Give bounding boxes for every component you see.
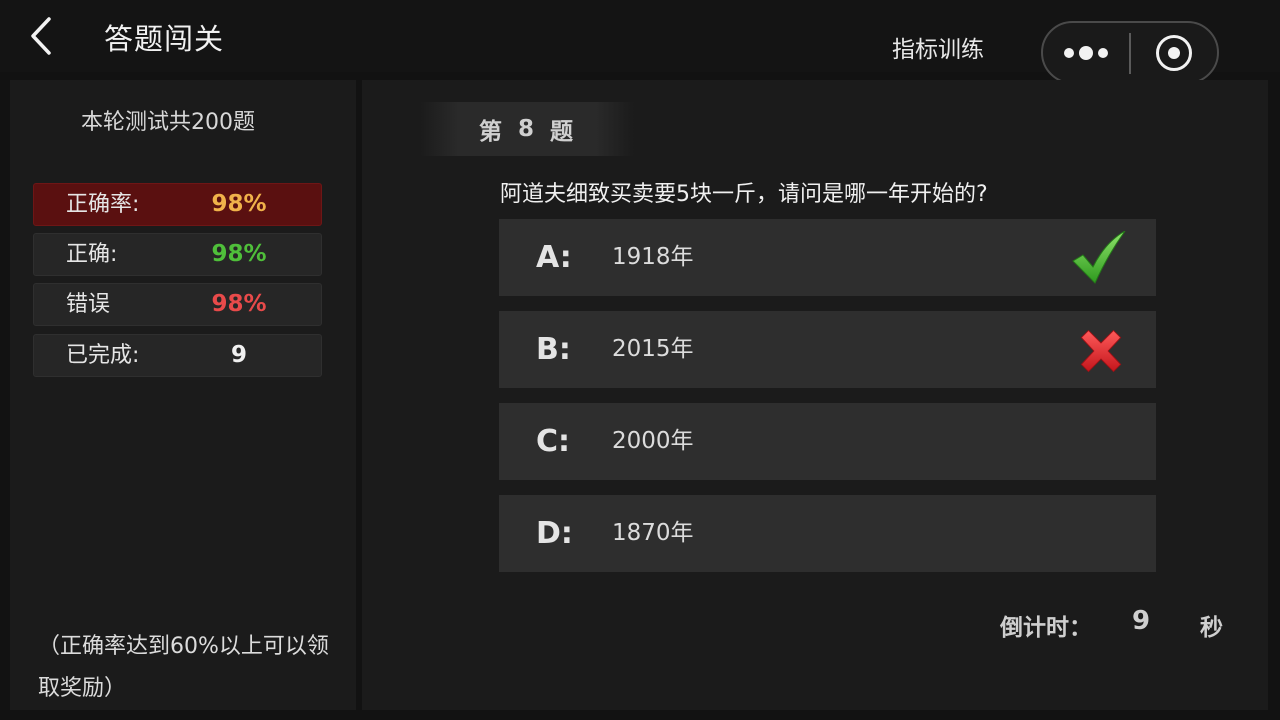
stat-label: 正确率: <box>66 192 140 217</box>
option-text: 2015年 <box>612 336 694 362</box>
option-text: 1870年 <box>612 520 694 546</box>
page-title: 答题闯关 <box>104 22 225 56</box>
stats-panel: 本轮测试共200题 正确率: 98% 正确: 98% 错误 98% 已完成: 9… <box>10 80 356 710</box>
target-icon <box>1156 34 1192 71</box>
reward-note: （正确率达到60%以上可以领取奖励） <box>38 634 329 701</box>
cross-icon <box>1080 329 1122 373</box>
chevron-left-icon <box>31 17 51 55</box>
stat-value: 98% <box>211 241 267 267</box>
option-text: 1918年 <box>612 244 694 270</box>
quiz-panel: 第 8 题 阿道夫细致买卖要5块一斤，请问是哪一年开始的? A: 1918年 B… <box>362 80 1268 710</box>
back-button[interactable] <box>22 14 62 58</box>
countdown-timer: 倒计时： 9 秒 <box>1000 606 1230 644</box>
stat-value: 98% <box>211 191 267 217</box>
option-text: 2000年 <box>612 428 694 454</box>
option-a[interactable]: A: 1918年 <box>499 219 1156 296</box>
stat-row-correct: 正确: 98% <box>33 233 322 276</box>
question-number-prefix: 第 <box>478 119 504 145</box>
option-letter: A: <box>536 240 572 275</box>
stat-label: 正确: <box>66 242 118 267</box>
stat-label: 已完成: <box>66 343 140 368</box>
stat-row-completed: 已完成: 9 <box>33 334 322 377</box>
option-b[interactable]: B: 2015年 <box>499 311 1156 388</box>
round-info: 本轮测试共200题 <box>81 110 255 135</box>
mini-program-capsule <box>1041 21 1219 84</box>
question-number-suffix: 题 <box>550 119 575 145</box>
stat-label: 错误 <box>66 292 111 317</box>
more-button[interactable] <box>1043 23 1129 82</box>
close-miniprogram-button[interactable] <box>1131 23 1217 82</box>
question-number-value: 8 <box>517 116 536 142</box>
countdown-unit: 秒 <box>1200 615 1223 641</box>
option-c[interactable]: C: 2000年 <box>499 403 1156 480</box>
question-text: 阿道夫细致买卖要5块一斤，请问是哪一年开始的? <box>500 182 988 207</box>
check-icon <box>1072 231 1126 284</box>
more-dots-icon <box>1064 45 1108 60</box>
stat-row-accuracy: 正确率: 98% <box>33 183 322 226</box>
indicator-training-link[interactable]: 指标训练 <box>892 30 984 64</box>
app-root: 答题闯关 指标训练 本轮测试共200题 正确率: 9 8% 正确: 98% 错误 … <box>0 0 1280 720</box>
stat-row-wrong: 错误 98% <box>33 283 322 326</box>
top-bar: 答题闯关 指标训练 <box>0 0 1280 84</box>
option-letter: C: <box>536 424 571 459</box>
question-number: 第 8 题 <box>420 102 634 156</box>
countdown-value: 9 <box>1132 606 1151 636</box>
stat-value: 98% <box>211 291 267 317</box>
stat-value: 9 <box>230 342 247 368</box>
option-letter: B: <box>536 332 571 367</box>
option-letter: D: <box>536 516 573 551</box>
countdown-label: 倒计时： <box>1000 615 1092 641</box>
option-d[interactable]: D: 1870年 <box>499 495 1156 572</box>
